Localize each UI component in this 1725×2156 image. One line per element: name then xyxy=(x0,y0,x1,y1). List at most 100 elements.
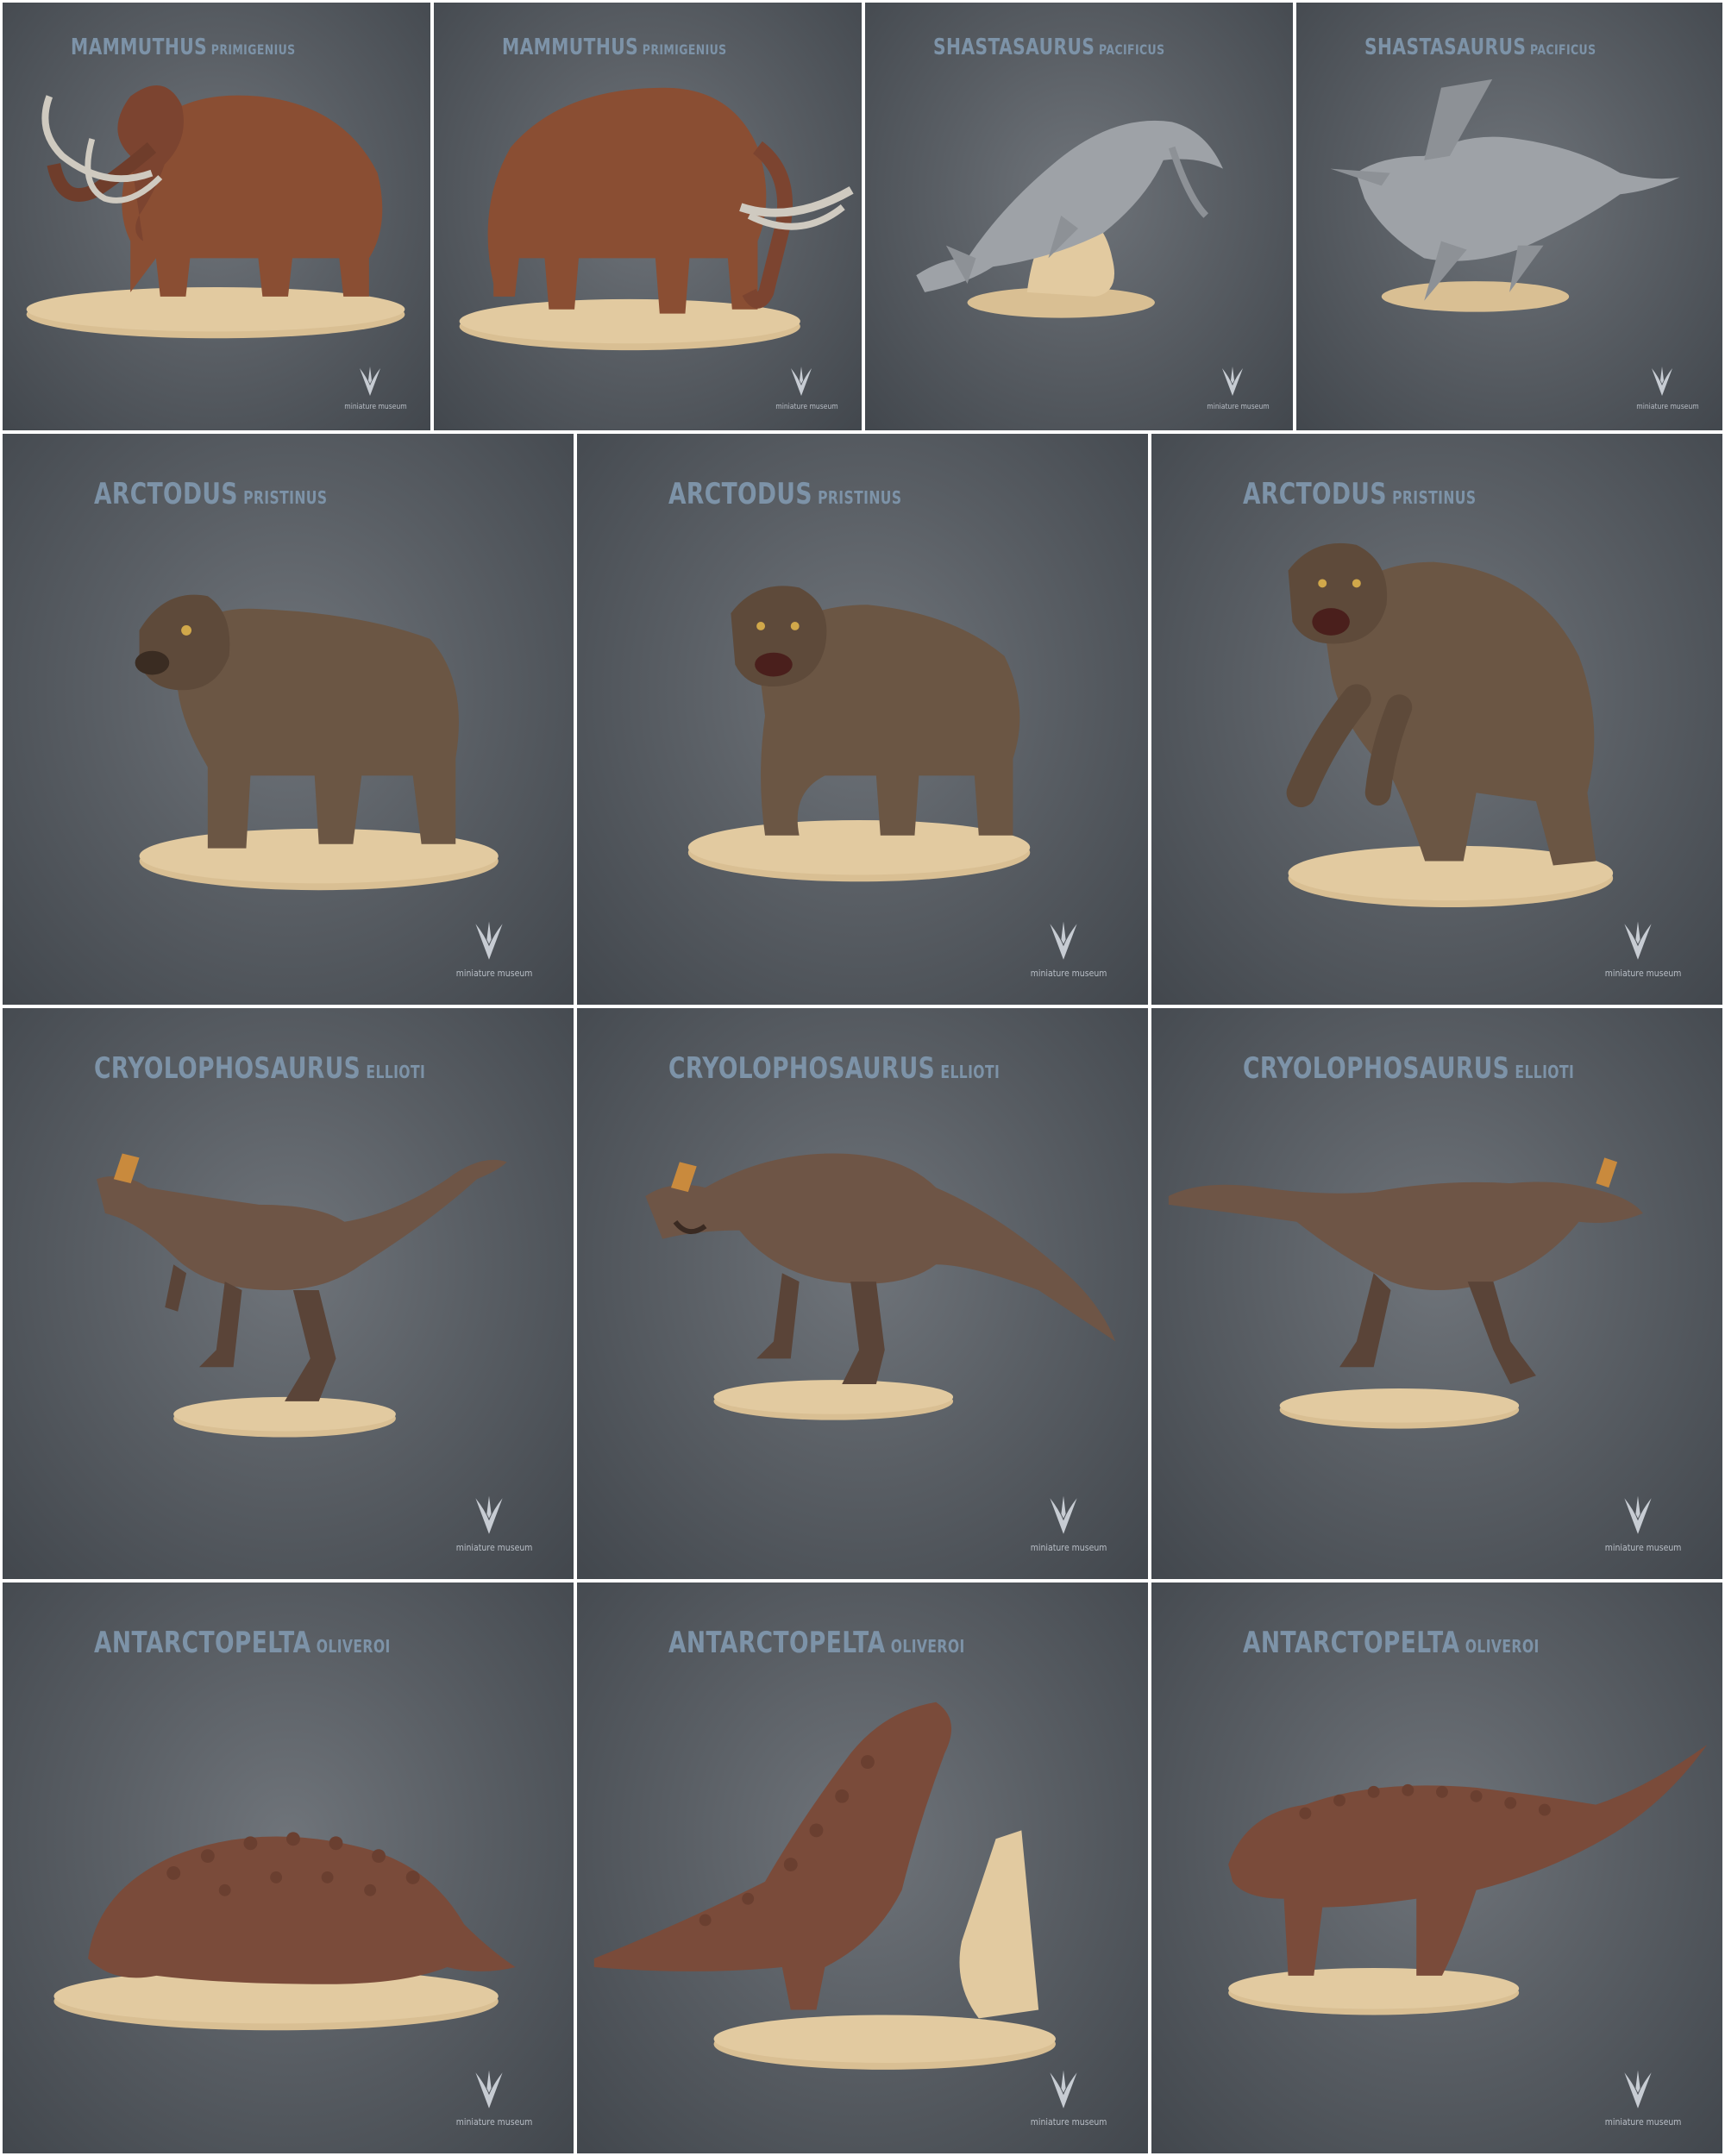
genus-label: MAMMUTHUS xyxy=(502,34,639,61)
genus-label: ARCTODUS xyxy=(1242,476,1387,511)
species-label: ELLIOTI xyxy=(1515,1061,1575,1082)
genus-label: CRYOLOPHOSAURUS xyxy=(1242,1050,1510,1086)
species-title: SHASTASAURUS PACIFICUS xyxy=(1364,34,1596,60)
species-title: MAMMUTHUS PRIMIGENIUS xyxy=(71,34,296,60)
genus-label: CRYOLOPHOSAURUS xyxy=(93,1050,361,1086)
species-label: OLIVEROI xyxy=(890,1635,965,1657)
miniature-museum-logo: miniature museum xyxy=(1599,919,1682,980)
brand-label: miniature museum xyxy=(455,2116,533,2128)
ankylosaur-icon xyxy=(53,1832,516,2031)
bear-icon xyxy=(135,594,499,891)
gallery-tile[interactable]: SHASTASAURUS PACIFICUS miniature museum xyxy=(1294,0,1725,433)
brand-label: miniature museum xyxy=(1604,968,1682,980)
brand-label: miniature museum xyxy=(1207,402,1270,411)
ichthyosaur-icon xyxy=(916,120,1223,318)
gallery-tile[interactable]: ARCTODUS PRISTINUS miniature museum xyxy=(0,431,576,1007)
miniature-museum-logo: miniature museum xyxy=(340,365,408,411)
gallery-tile[interactable]: ARCTODUS PRISTINUS miniature museum xyxy=(1149,431,1725,1007)
claw-logo-icon xyxy=(1652,366,1673,396)
claw-logo-icon xyxy=(791,366,812,396)
species-label: PACIFICUS xyxy=(1530,41,1596,59)
theropod-icon xyxy=(97,1153,507,1438)
claw-logo-icon xyxy=(1624,1495,1652,1535)
miniature-museum-logo: miniature museum xyxy=(1599,2068,1682,2128)
gallery-grid: MAMMUTHUS PRIMIGENIUS miniature museum MA… xyxy=(0,0,1725,2156)
species-label: ELLIOTI xyxy=(366,1061,426,1082)
species-label: PRIMIGENIUS xyxy=(211,41,296,59)
species-title: CRYOLOPHOSAURUS ELLIOTI xyxy=(94,1051,425,1086)
species-label: PRISTINUS xyxy=(817,486,902,508)
miniature-museum-logo: miniature museum xyxy=(771,365,838,411)
species-title: CRYOLOPHOSAURUS ELLIOTI xyxy=(668,1051,1000,1086)
gallery-tile[interactable]: ANTARCTOPELTA OLIVEROI miniature museum xyxy=(0,1580,576,2156)
brand-label: miniature museum xyxy=(1636,402,1700,411)
miniature-museum-logo: miniature museum xyxy=(1632,365,1700,411)
species-title: MAMMUTHUS PRIMIGENIUS xyxy=(502,34,727,60)
species-title: ARCTODUS PRISTINUS xyxy=(94,477,327,511)
brand-label: miniature museum xyxy=(1604,1542,1682,1554)
genus-label: ANTARCTOPELTA xyxy=(668,1625,886,1660)
gallery-tile[interactable]: ANTARCTOPELTA OLIVEROI miniature museum xyxy=(1149,1580,1725,2156)
brand-label: miniature museum xyxy=(1030,1542,1107,1554)
genus-label: CRYOLOPHOSAURUS xyxy=(668,1050,936,1086)
species-title: ANTARCTOPELTA OLIVEROI xyxy=(668,1626,965,1660)
species-label: ELLIOTI xyxy=(940,1061,1000,1082)
claw-logo-icon xyxy=(475,1495,503,1535)
miniature-museum-logo: miniature museum xyxy=(1599,1494,1682,1554)
species-title: ARCTODUS PRISTINUS xyxy=(1243,477,1476,511)
genus-label: MAMMUTHUS xyxy=(71,34,208,61)
theropod-icon xyxy=(1168,1157,1643,1429)
miniature-museum-logo: miniature museum xyxy=(450,919,533,980)
gallery-tile[interactable]: CRYOLOPHOSAURUS ELLIOTI miniature museum xyxy=(574,1006,1151,1582)
species-label: PACIFICUS xyxy=(1099,41,1165,59)
gallery-tile[interactable]: ARCTODUS PRISTINUS miniature museum xyxy=(574,431,1151,1007)
gallery-tile[interactable]: CRYOLOPHOSAURUS ELLIOTI miniature museum xyxy=(0,1006,576,1582)
miniature-museum-logo: miniature museum xyxy=(450,1494,533,1554)
miniature-museum-logo: miniature museum xyxy=(1025,1494,1107,1554)
mammoth-icon xyxy=(26,85,405,339)
claw-logo-icon xyxy=(1624,921,1652,961)
genus-label: SHASTASAURUS xyxy=(1364,34,1527,61)
claw-logo-icon xyxy=(1222,366,1244,396)
claw-logo-icon xyxy=(360,366,381,396)
species-label: PRISTINUS xyxy=(242,486,328,508)
gallery-tile[interactable]: CRYOLOPHOSAURUS ELLIOTI miniature museum xyxy=(1149,1006,1725,1582)
theropod-icon xyxy=(645,1153,1116,1420)
genus-label: ARCTODUS xyxy=(93,476,238,511)
genus-label: ARCTODUS xyxy=(668,476,812,511)
brand-label: miniature museum xyxy=(1604,2116,1682,2128)
brand-label: miniature museum xyxy=(1030,2116,1107,2128)
gallery-tile[interactable]: ANTARCTOPELTA OLIVEROI miniature museum xyxy=(574,1580,1151,2156)
mammoth-icon xyxy=(459,87,854,351)
gallery-tile[interactable]: MAMMUTHUS PRIMIGENIUS miniature museum xyxy=(431,0,864,433)
ankylosaur-icon xyxy=(1228,1745,1708,2015)
miniature-museum-logo: miniature museum xyxy=(1202,365,1270,411)
species-label: PRISTINUS xyxy=(1391,486,1477,508)
genus-label: SHASTASAURUS xyxy=(933,34,1095,61)
genus-label: ANTARCTOPELTA xyxy=(93,1625,311,1660)
ichthyosaur-icon xyxy=(1330,78,1680,312)
claw-logo-icon xyxy=(1050,2070,1077,2109)
ankylosaur-icon xyxy=(593,1702,1056,2070)
claw-logo-icon xyxy=(475,2070,503,2109)
claw-logo-icon xyxy=(1050,921,1077,961)
bear-icon xyxy=(1286,542,1614,908)
genus-label: ANTARCTOPELTA xyxy=(1242,1625,1460,1660)
miniature-museum-logo: miniature museum xyxy=(1025,919,1107,979)
species-title: ANTARCTOPELTA OLIVEROI xyxy=(1243,1626,1540,1660)
species-title: ARCTODUS PRISTINUS xyxy=(668,477,901,511)
species-title: SHASTASAURUS PACIFICUS xyxy=(933,34,1164,60)
miniature-museum-logo: miniature museum xyxy=(1025,2068,1107,2128)
bear-icon xyxy=(687,586,1031,882)
gallery-tile[interactable]: SHASTASAURUS PACIFICUS miniature museum xyxy=(862,0,1295,433)
brand-label: miniature museum xyxy=(455,968,533,980)
brand-label: miniature museum xyxy=(455,1542,533,1554)
species-label: PRIMIGENIUS xyxy=(643,41,727,59)
species-label: OLIVEROI xyxy=(1465,1635,1540,1657)
gallery-tile[interactable]: MAMMUTHUS PRIMIGENIUS miniature museum xyxy=(0,0,433,433)
species-title: ANTARCTOPELTA OLIVEROI xyxy=(94,1626,391,1660)
brand-label: miniature museum xyxy=(344,402,408,411)
claw-logo-icon xyxy=(1624,2070,1652,2109)
species-title: CRYOLOPHOSAURUS ELLIOTI xyxy=(1243,1051,1574,1086)
claw-logo-icon xyxy=(1050,1495,1077,1535)
